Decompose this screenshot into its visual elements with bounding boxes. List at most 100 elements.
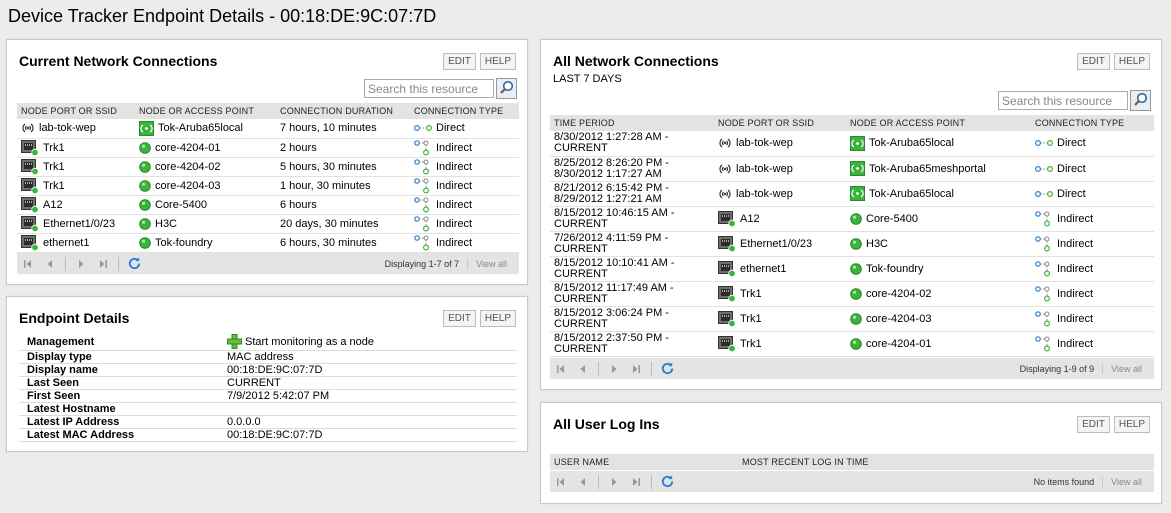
- column-header[interactable]: MOST RECENT LOG IN TIME: [738, 454, 1154, 470]
- node-link[interactable]: Tok-Aruba65local: [869, 188, 954, 200]
- node-link[interactable]: Tok-Aruba65local: [158, 122, 243, 134]
- node-link[interactable]: Tok-foundry: [155, 237, 212, 249]
- time-end: CURRENT: [554, 267, 608, 280]
- next-page-icon[interactable]: [70, 259, 92, 269]
- first-page-icon[interactable]: [17, 259, 39, 269]
- node-link[interactable]: core-4204-01: [866, 338, 931, 350]
- node-link[interactable]: Core-5400: [866, 213, 918, 225]
- indirect-connection-icon: [1035, 285, 1053, 302]
- column-header[interactable]: NODE OR ACCESS POINT: [846, 115, 1031, 131]
- search-icon: [499, 80, 514, 98]
- column-header[interactable]: TIME PERIOD: [550, 115, 714, 131]
- time-start: 8/25/2012 8:26:20 PM -: [554, 156, 669, 169]
- search-button[interactable]: [1130, 90, 1151, 111]
- search-input[interactable]: [364, 79, 494, 98]
- next-page-icon[interactable]: [603, 364, 625, 374]
- port-link[interactable]: A12: [43, 199, 63, 211]
- start-monitoring-link[interactable]: Start monitoring as a node: [227, 334, 517, 350]
- connection-type: Indirect: [1057, 312, 1094, 325]
- node-link[interactable]: Tok-Aruba65meshportal: [869, 163, 986, 175]
- help-button[interactable]: HELP: [479, 53, 516, 70]
- pager-display-text: Displaying 1-7 of 7: [384, 258, 460, 269]
- view-all-link[interactable]: View all: [1102, 476, 1154, 487]
- node-link[interactable]: Tok-foundry: [866, 263, 923, 275]
- node-link[interactable]: core-4204-01: [155, 142, 220, 154]
- table-row: 8/15/2012 11:17:49 AM - CURRENT Trk1 core-4…: [550, 281, 1154, 307]
- type-cell: Direct: [1031, 181, 1154, 207]
- type-cell: Indirect: [1031, 306, 1154, 332]
- port-link[interactable]: lab-tok-wep: [736, 163, 793, 175]
- port-link[interactable]: Trk1: [740, 338, 762, 350]
- search-input[interactable]: [998, 91, 1128, 110]
- node-cell: core-4204-02: [135, 157, 276, 177]
- port-link[interactable]: Trk1: [740, 313, 762, 325]
- column-header[interactable]: USER NAME: [550, 454, 738, 470]
- port-link[interactable]: Trk1: [740, 288, 762, 300]
- node-link[interactable]: H3C: [866, 238, 888, 250]
- node-link[interactable]: core-4204-03: [155, 180, 220, 192]
- last-page-icon[interactable]: [625, 364, 647, 374]
- duration-cell: 6 hours: [276, 195, 410, 215]
- port-link[interactable]: Trk1: [43, 180, 65, 192]
- refresh-icon[interactable]: [660, 474, 675, 489]
- detail-row: Latest MAC Address 00:18:DE:9C:07:7D: [19, 428, 517, 442]
- edit-button[interactable]: EDIT: [443, 53, 476, 70]
- port-link[interactable]: A12: [740, 213, 760, 225]
- divider: [118, 256, 119, 271]
- column-header[interactable]: CONNECTION TYPE: [410, 103, 519, 119]
- edit-button[interactable]: EDIT: [1077, 416, 1110, 433]
- prev-page-icon[interactable]: [39, 259, 61, 269]
- port-link[interactable]: Ethernet1/0/23: [43, 218, 115, 230]
- table-row: 8/30/2012 1:27:28 AM - CURRENT lab-tok-wep…: [550, 131, 1154, 157]
- next-page-icon[interactable]: [603, 477, 625, 487]
- edit-button[interactable]: EDIT: [443, 310, 476, 327]
- node-link[interactable]: core-4204-02: [155, 161, 220, 173]
- help-button[interactable]: HELP: [1113, 416, 1150, 433]
- first-page-icon[interactable]: [550, 364, 572, 374]
- port-link[interactable]: Trk1: [43, 161, 65, 173]
- column-header[interactable]: CONNECTION DURATION: [276, 103, 410, 119]
- help-button[interactable]: HELP: [479, 310, 516, 327]
- last-page-icon[interactable]: [625, 477, 647, 487]
- port-link[interactable]: Trk1: [43, 142, 65, 154]
- wireless-icon: [718, 137, 732, 149]
- refresh-icon[interactable]: [660, 361, 675, 376]
- node-link[interactable]: core-4204-02: [866, 288, 931, 300]
- prev-page-icon[interactable]: [572, 477, 594, 487]
- column-header[interactable]: NODE PORT OR SSID: [714, 115, 846, 131]
- port-link[interactable]: lab-tok-wep: [39, 122, 96, 134]
- help-button[interactable]: HELP: [1113, 53, 1150, 70]
- view-all-link[interactable]: View all: [467, 258, 519, 269]
- port-link[interactable]: lab-tok-wep: [736, 188, 793, 200]
- pager: Displaying 1-9 of 9 View all: [550, 358, 1154, 379]
- node-link[interactable]: H3C: [155, 218, 177, 230]
- last-page-icon[interactable]: [92, 259, 114, 269]
- node-up-icon: [139, 179, 151, 192]
- time-start: 8/15/2012 3:06:24 PM -: [554, 306, 669, 319]
- panel-header-buttons: EDIT HELP: [1077, 53, 1150, 70]
- port-link[interactable]: lab-tok-wep: [736, 137, 793, 149]
- indirect-connection-icon: [414, 196, 432, 213]
- prev-page-icon[interactable]: [572, 364, 594, 374]
- table-row: 8/25/2012 8:26:20 PM -8/30/2012 1:17:27 …: [550, 156, 1154, 182]
- search-button[interactable]: [496, 78, 517, 99]
- detail-row: Last Seen CURRENT: [19, 376, 517, 390]
- refresh-icon[interactable]: [127, 256, 142, 271]
- node-link[interactable]: Core-5400: [155, 199, 207, 211]
- node-link[interactable]: core-4204-03: [866, 313, 931, 325]
- column-header[interactable]: NODE OR ACCESS POINT: [135, 103, 276, 119]
- port-link[interactable]: ethernet1: [43, 237, 89, 249]
- node-cell: Tok-Aruba65local: [846, 181, 1031, 207]
- port-link[interactable]: ethernet1: [740, 263, 786, 275]
- port-link[interactable]: Ethernet1/0/23: [740, 238, 812, 250]
- port-cell: A12: [714, 206, 846, 232]
- node-up-icon: [850, 287, 862, 300]
- column-header[interactable]: NODE PORT OR SSID: [17, 103, 135, 119]
- view-all-link[interactable]: View all: [1102, 363, 1154, 374]
- edit-button[interactable]: EDIT: [1077, 53, 1110, 70]
- node-link[interactable]: Tok-Aruba65local: [869, 137, 954, 149]
- connection-type: Direct: [1057, 137, 1086, 150]
- first-page-icon[interactable]: [550, 477, 572, 487]
- column-header[interactable]: CONNECTION TYPE: [1031, 115, 1154, 131]
- ethernet-port-icon: [718, 310, 736, 327]
